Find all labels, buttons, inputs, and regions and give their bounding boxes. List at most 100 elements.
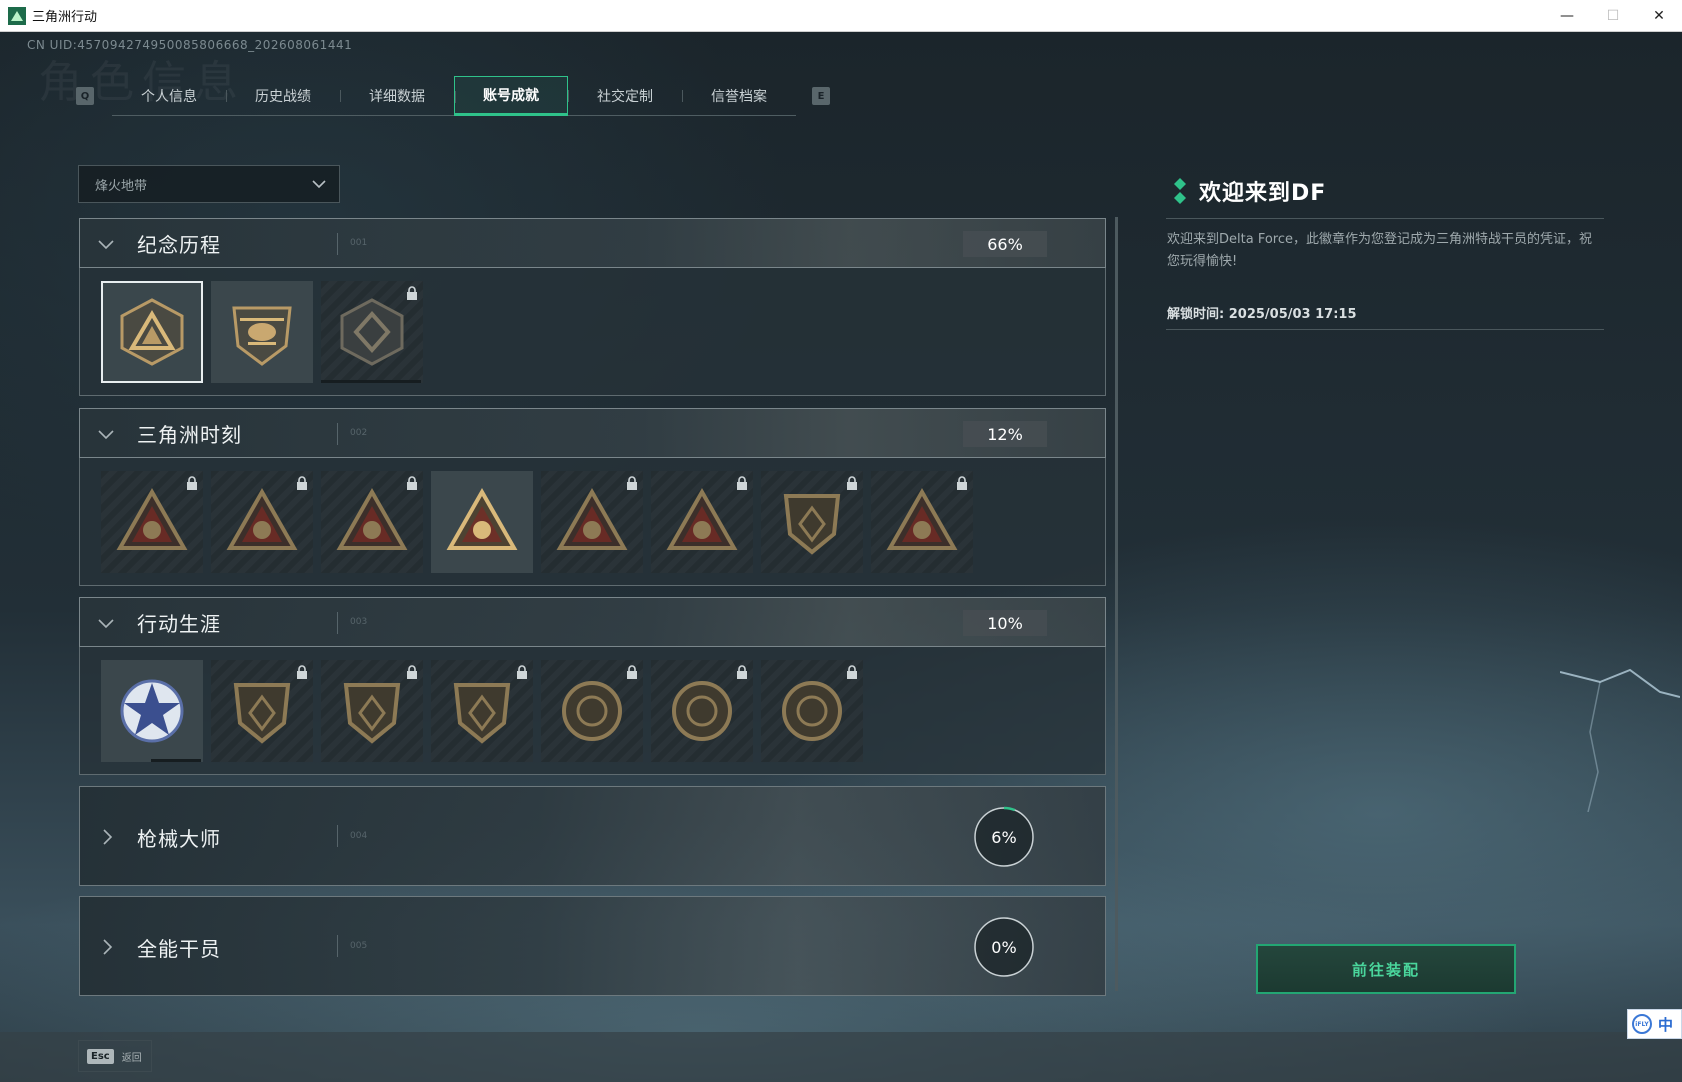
scrollbar[interactable] xyxy=(1115,217,1118,991)
badge-orb-coin[interactable] xyxy=(541,660,643,762)
back-label: 返回 xyxy=(121,1052,142,1064)
diamond-shield-emblem-icon xyxy=(340,298,404,366)
badge-globe-triangle[interactable] xyxy=(321,471,423,573)
minimize-button[interactable]: — xyxy=(1544,0,1590,32)
category-operation-career: 行动生涯 003 10% xyxy=(79,597,1106,775)
badge-squad-triangle[interactable] xyxy=(431,471,533,573)
progress-ring: 0% xyxy=(973,916,1035,978)
category-progress: 10% xyxy=(963,610,1047,636)
diamond-marker-icon xyxy=(1174,178,1186,204)
badge-wing-shield[interactable] xyxy=(211,660,313,762)
window-titlebar: 三角洲行动 — ☐ ✕ xyxy=(0,0,1682,32)
badge-wolf-triangle[interactable] xyxy=(541,471,643,573)
maximize-button[interactable]: ☐ xyxy=(1590,0,1636,32)
dragon-triangle-emblem-icon xyxy=(666,487,738,550)
divider xyxy=(337,233,338,255)
tab-reputation-record[interactable]: 信誉档案 xyxy=(682,76,796,116)
chevron-down-icon xyxy=(312,180,326,189)
globe-triangle-emblem-icon xyxy=(336,487,408,550)
category-title: 行动生涯 xyxy=(137,611,221,636)
achievement-description: 欢迎来到Delta Force，此徽章作为您登记成为三角洲特战干员的凭证，祝您玩… xyxy=(1167,232,1592,269)
category-title: 三角洲时刻 xyxy=(137,422,242,447)
badge-arrow-shield[interactable] xyxy=(321,660,423,762)
ime-mode: 中 xyxy=(1658,1015,1674,1034)
badge-skull-coin[interactable] xyxy=(651,660,753,762)
lock-icon xyxy=(187,476,197,490)
mode-dropdown-value: 烽火地带 xyxy=(95,178,148,194)
window-title: 三角洲行动 xyxy=(32,10,98,25)
cube-shield-emblem-icon xyxy=(783,494,841,555)
tab-match-history[interactable]: 历史战绩 xyxy=(226,76,340,116)
lock-icon xyxy=(627,476,637,490)
squad-triangle-emblem-icon xyxy=(446,487,518,550)
badge-grid xyxy=(79,647,1106,775)
star-wreath-emblem-icon xyxy=(120,679,184,743)
achievement-title: 欢迎来到DF xyxy=(1199,181,1327,206)
lock-icon xyxy=(517,665,527,679)
tab-personal-info[interactable]: 个人信息 xyxy=(112,76,226,116)
category-delta-moments: 三角洲时刻 002 12% xyxy=(79,408,1106,586)
badge-eye-coin[interactable] xyxy=(761,660,863,762)
badge-grid xyxy=(79,458,1106,586)
badge-dragon-triangle[interactable] xyxy=(651,471,753,573)
badge-grid xyxy=(79,268,1106,396)
divider xyxy=(337,825,338,847)
category-title: 纪念历程 xyxy=(137,232,221,257)
chevron-down-icon[interactable] xyxy=(96,613,116,633)
esc-key-hint: Esc xyxy=(87,1048,114,1064)
badge-star-wreath[interactable] xyxy=(101,660,203,762)
category-code: 004 xyxy=(350,831,368,841)
tab-detailed-stats[interactable]: 详细数据 xyxy=(340,76,454,116)
back-button[interactable]: Esc 返回 xyxy=(78,1040,152,1072)
mode-dropdown[interactable]: 烽火地带 xyxy=(78,165,340,203)
category-header[interactable]: 行动生涯 003 10% xyxy=(79,597,1106,647)
ime-indicator[interactable]: iFLY 中 xyxy=(1627,1009,1682,1039)
divider xyxy=(1166,218,1604,219)
category-code: 003 xyxy=(350,617,368,627)
badge-cube-shield[interactable] xyxy=(761,471,863,573)
category-all-round-operator[interactable]: 全能干员 005 0% xyxy=(79,896,1106,996)
lock-icon xyxy=(297,476,307,490)
ime-logo-icon: iFLY xyxy=(1632,1014,1652,1034)
badge-progress-bar xyxy=(151,759,201,762)
hex-shield-emblem-icon xyxy=(453,683,511,744)
badge-robot-triangle[interactable] xyxy=(101,471,203,573)
badge-delta-triangle[interactable] xyxy=(101,281,203,383)
tab-achievements[interactable]: 账号成就 xyxy=(454,76,568,116)
badge-soldier-triangle[interactable] xyxy=(211,471,313,573)
app-icon xyxy=(8,6,26,25)
category-title: 枪械大师 xyxy=(137,827,221,851)
category-progress: 66% xyxy=(963,231,1047,257)
category-header[interactable]: 纪念历程 001 66% xyxy=(79,218,1106,268)
lock-icon xyxy=(957,476,967,490)
category-progress: 12% xyxy=(963,421,1047,447)
go-equip-button[interactable]: 前往装配 xyxy=(1256,944,1516,994)
bottom-bar xyxy=(0,1032,1682,1082)
category-memorial: 纪念历程 001 66% xyxy=(79,218,1106,396)
lock-icon xyxy=(627,665,637,679)
chevron-right-icon[interactable] xyxy=(97,825,117,849)
divider xyxy=(337,612,338,634)
category-header[interactable]: 三角洲时刻 002 12% xyxy=(79,408,1106,458)
prev-tab-key-hint[interactable]: Q xyxy=(76,87,94,105)
next-tab-key-hint[interactable]: E xyxy=(812,87,830,105)
chevron-down-icon[interactable] xyxy=(96,424,116,444)
chevron-right-icon[interactable] xyxy=(97,935,117,959)
category-weapon-master[interactable]: 枪械大师 004 6% xyxy=(79,786,1106,886)
category-title: 全能干员 xyxy=(137,937,221,961)
lock-icon xyxy=(847,665,857,679)
lightning-decoration xyxy=(1560,668,1680,812)
delta-triangle-emblem-icon xyxy=(120,298,184,366)
window-controls: — ☐ ✕ xyxy=(1544,0,1682,32)
progress-ring: 6% xyxy=(973,806,1035,868)
chevron-down-icon[interactable] xyxy=(96,234,116,254)
uid-label: CN UID:457094274950085806668_20260806144… xyxy=(27,38,353,52)
tab-social-customization[interactable]: 社交定制 xyxy=(568,76,682,116)
badge-helicopter[interactable] xyxy=(211,281,313,383)
close-button[interactable]: ✕ xyxy=(1636,0,1682,32)
badge-skull-triangle[interactable] xyxy=(871,471,973,573)
lock-icon xyxy=(737,476,747,490)
badge-hex-shield[interactable] xyxy=(431,660,533,762)
badge-diamond-shield[interactable] xyxy=(321,281,423,383)
orb-coin-emblem-icon xyxy=(562,681,622,741)
